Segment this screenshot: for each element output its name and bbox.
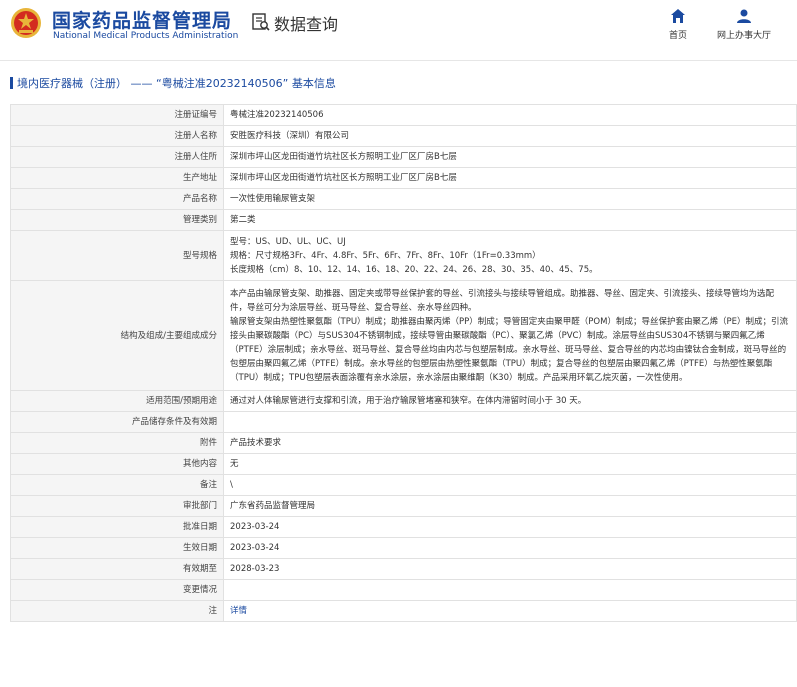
- table-row: 注册人住所 深圳市坪山区龙田街道竹坑社区长方照明工业厂区厂房B七层: [10, 146, 797, 168]
- table-row: 管理类别 第二类: [10, 209, 797, 231]
- row-label: 附件: [10, 432, 224, 454]
- row-value: [223, 579, 797, 601]
- row-label: 审批部门: [10, 495, 224, 517]
- row-value: \: [223, 474, 797, 496]
- row-value-line: 输尿管支架由热塑性聚氨酯（TPU）制成；助推器由聚丙烯（PP）制成；导管固定夹由…: [230, 316, 788, 383]
- site-title: 国家药品监督管理局: [52, 10, 233, 32]
- row-label: 管理类别: [10, 209, 224, 231]
- site-subtitle: National Medical Products Administration: [53, 31, 239, 41]
- row-label: 注册证编号: [10, 104, 224, 126]
- table-row: 结构及组成/主要组成成分 本产品由输尿管支架、助推器、固定夹或带导丝保护套的导丝、…: [10, 280, 797, 391]
- row-label: 注册人住所: [10, 146, 224, 168]
- header-divider: [0, 60, 797, 61]
- row-value: 通过对人体输尿管进行支撑和引流，用于治疗输尿管堵塞和狭窄。在体内滞留时间小于 3…: [223, 390, 797, 412]
- table-row: 批准日期 2023-03-24: [10, 516, 797, 538]
- row-label: 批准日期: [10, 516, 224, 538]
- national-emblem-icon: [11, 8, 41, 38]
- table-row: 产品名称 一次性使用输尿管支架: [10, 188, 797, 210]
- table-row: 适用范围/预期用途 通过对人体输尿管进行支撑和引流，用于治疗输尿管堵塞和狭窄。在体…: [10, 390, 797, 412]
- row-label: 生产地址: [10, 167, 224, 189]
- row-value: 粤械注准20232140506: [223, 104, 797, 126]
- row-value: 第二类: [223, 209, 797, 231]
- table-row: 注册人名称 安胜医疗科技（深圳）有限公司: [10, 125, 797, 147]
- row-label: 注: [10, 600, 224, 622]
- row-label: 有效期至: [10, 558, 224, 580]
- table-row: 生效日期 2023-03-24: [10, 537, 797, 559]
- breadcrumb-marker: [10, 77, 13, 89]
- row-value: 2023-03-24: [223, 516, 797, 538]
- table-row: 产品储存条件及有效期: [10, 411, 797, 433]
- table-row: 注详情: [10, 600, 797, 622]
- row-label: 型号规格: [10, 230, 224, 281]
- row-value: 无: [223, 453, 797, 475]
- row-value-line: 规格：尺寸规格3Fr、4Fr、4.8Fr、5Fr、6Fr、7Fr、8Fr、10F…: [230, 250, 541, 261]
- row-value: 安胜医疗科技（深圳）有限公司: [223, 125, 797, 147]
- row-value: 型号：US、UD、UL、UC、UJ 规格：尺寸规格3Fr、4Fr、4.8Fr、5F…: [223, 230, 797, 281]
- row-label: 适用范围/预期用途: [10, 390, 224, 412]
- row-label: 产品名称: [10, 188, 224, 210]
- details-link[interactable]: 详情: [230, 606, 247, 616]
- table-row: 附件 产品技术要求: [10, 432, 797, 454]
- row-label: 变更情况: [10, 579, 224, 601]
- table-row: 生产地址 深圳市坪山区龙田街道竹坑社区长方照明工业厂区厂房B七层: [10, 167, 797, 189]
- nav-online-hall[interactable]: 网上办事大厅: [709, 8, 779, 41]
- row-label: 生效日期: [10, 537, 224, 559]
- row-label: 备注: [10, 474, 224, 496]
- detail-table: 注册证编号 粤械注准20232140506 注册人名称 安胜医疗科技（深圳）有限公司注…: [10, 104, 797, 622]
- nav-home-label: 首页: [668, 31, 687, 41]
- section-label: 数据查询: [274, 15, 339, 34]
- row-value: 产品技术要求: [223, 432, 797, 454]
- row-value: 一次性使用输尿管支架: [223, 188, 797, 210]
- home-icon: [671, 9, 685, 23]
- nav-home[interactable]: 首页: [643, 8, 713, 41]
- row-value-line: 型号：US、UD、UL、UC、UJ: [230, 236, 346, 247]
- row-value: 详情: [223, 600, 797, 622]
- row-value: 深圳市坪山区龙田街道竹坑社区长方照明工业厂区厂房B七层: [223, 146, 797, 168]
- site-header: 国家药品监督管理局 National Medical Products Admi…: [0, 0, 797, 52]
- table-row: 注册证编号 粤械注准20232140506: [10, 104, 797, 126]
- row-label: 结构及组成/主要组成成分: [10, 280, 224, 391]
- row-label: 产品储存条件及有效期: [10, 411, 224, 433]
- row-value-line: 本产品由输尿管支架、助推器、固定夹或带导丝保护套的导丝、引流接头与接续导管组成。…: [230, 288, 775, 313]
- row-value: 深圳市坪山区龙田街道竹坑社区长方照明工业厂区厂房B七层: [223, 167, 797, 189]
- table-row: 型号规格 型号：US、UD、UL、UC、UJ 规格：尺寸规格3Fr、4Fr、4.8F…: [10, 230, 797, 281]
- row-value: 广东省药品监督管理局: [223, 495, 797, 517]
- row-value: 本产品由输尿管支架、助推器、固定夹或带导丝保护套的导丝、引流接头与接续导管组成。…: [223, 280, 797, 391]
- row-label: 注册人名称: [10, 125, 224, 147]
- row-value: [223, 411, 797, 433]
- table-row: 审批部门 广东省药品监督管理局: [10, 495, 797, 517]
- table-row: 其他内容无: [10, 453, 797, 475]
- nav-online-hall-label: 网上办事大厅: [716, 31, 771, 41]
- breadcrumb-text: 境内医疗器械（注册） —— “粤械注准20232140506” 基本信息: [17, 77, 336, 90]
- breadcrumb: 境内医疗器械（注册） —— “粤械注准20232140506” 基本信息: [10, 75, 797, 97]
- table-row: 变更情况: [10, 579, 797, 601]
- table-row: 有效期至 2028-03-23: [10, 558, 797, 580]
- row-label: 其他内容: [10, 453, 224, 475]
- row-value-line: 长度规格（cm）8、10、12、14、16、18、20、22、24、26、28、…: [230, 264, 598, 275]
- user-icon: [737, 9, 751, 23]
- row-value: 2023-03-24: [223, 537, 797, 559]
- row-value: 2028-03-23: [223, 558, 797, 580]
- table-row: 备注 \: [10, 474, 797, 496]
